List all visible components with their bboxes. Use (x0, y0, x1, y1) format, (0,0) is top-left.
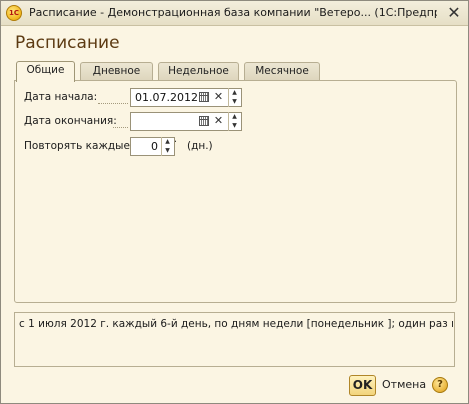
start-date-leader (98, 103, 128, 104)
start-date-value: 01.07.2012 (135, 91, 198, 104)
spin-up-icon[interactable]: ▲ (162, 137, 173, 146)
schedule-summary: с 1 июля 2012 г. каждый 6-й день, по дня… (14, 312, 455, 367)
repeat-label: Повторять каждые: (24, 140, 134, 152)
start-date-calendar-button[interactable] (197, 88, 210, 107)
start-date-spin[interactable]: ▲ ▼ (228, 88, 240, 107)
spin-up-icon[interactable]: ▲ (229, 112, 240, 121)
start-date-clear-button[interactable]: ✕ (212, 88, 225, 107)
end-date-calendar-button[interactable] (197, 112, 210, 131)
spin-down-icon[interactable]: ▼ (229, 121, 240, 130)
window-title: Расписание - Демонстрационная база компа… (29, 6, 437, 19)
repeat-unit-label: (дн.) (187, 140, 213, 152)
cancel-button[interactable]: Отмена (382, 378, 426, 391)
start-date-field[interactable]: 01.07.2012 (130, 88, 242, 107)
calendar-icon (198, 116, 209, 126)
tab-panel-general: Дата начала: 01.07.2012 ✕ ▲ ▼ Дата оконч… (14, 80, 457, 303)
page-title: Расписание (15, 33, 120, 53)
end-date-leader (113, 127, 128, 128)
app-logo-icon: 1С (6, 5, 22, 21)
schedule-window: 1С Расписание - Демонстрационная база ко… (0, 0, 469, 404)
end-date-label: Дата окончания: (24, 115, 117, 127)
end-date-field[interactable]: . . (130, 112, 242, 145)
title-bar: 1С Расписание - Демонстрационная база ко… (1, 1, 468, 26)
clear-icon: ✕ (213, 114, 224, 127)
schedule-summary-text: с 1 июля 2012 г. каждый 6-й день, по дня… (19, 318, 453, 330)
end-date-spin[interactable]: ▲ ▼ (228, 112, 240, 131)
help-icon[interactable]: ? (432, 377, 448, 393)
repeat-days-spin[interactable]: ▲ ▼ (161, 137, 173, 156)
tab-monthly[interactable]: Месячное (244, 62, 320, 81)
end-date-clear-button[interactable]: ✕ (212, 112, 225, 131)
repeat-days-value: 0 (151, 140, 158, 153)
tab-daily[interactable]: Дневное (80, 62, 153, 81)
spin-down-icon[interactable]: ▼ (162, 146, 173, 155)
clear-icon: ✕ (213, 90, 224, 103)
calendar-icon (198, 92, 209, 102)
ok-button[interactable]: OK (349, 375, 376, 396)
tab-general[interactable]: Общие (16, 61, 75, 82)
start-date-label: Дата начала: (24, 91, 98, 103)
spin-down-icon[interactable]: ▼ (229, 97, 240, 106)
spin-up-icon[interactable]: ▲ (229, 88, 240, 97)
tab-weekly[interactable]: Недельное (158, 62, 239, 81)
close-icon[interactable]: ✕ (445, 4, 463, 22)
